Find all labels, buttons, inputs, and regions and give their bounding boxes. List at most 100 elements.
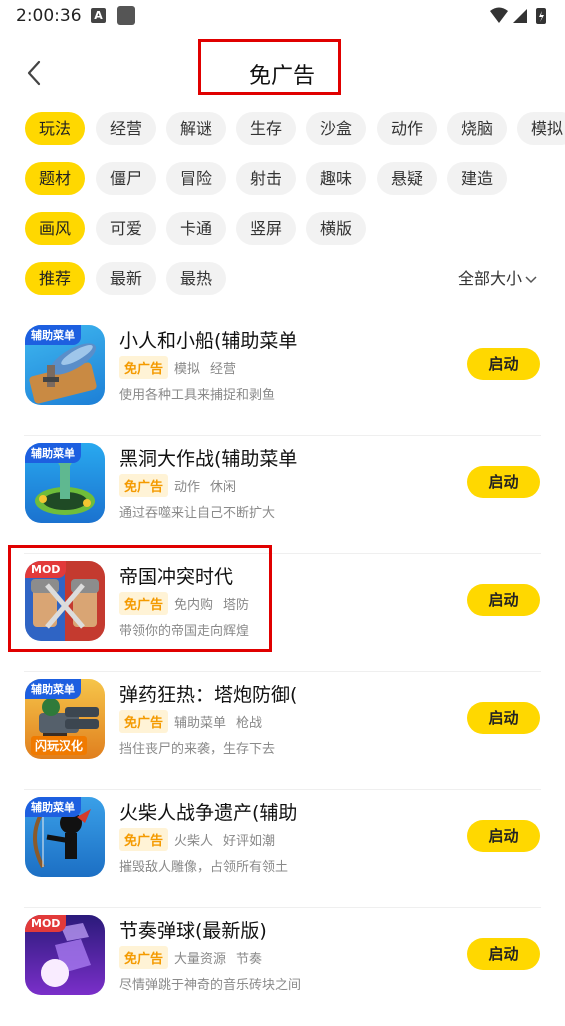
- app-badge: MOD: [25, 915, 67, 932]
- launch-button[interactable]: 启动: [467, 820, 540, 852]
- app-tags: 免广告 模拟 经营: [119, 356, 246, 379]
- app-tag: 模拟: [174, 362, 201, 377]
- sort-hottest[interactable]: 最热: [166, 262, 227, 295]
- list-item[interactable]: 辅助菜单 火柴人战争遗产(辅助 免广告 火柴人 好评如潮 摧毁敌人雕像，占领所有领土…: [0, 790, 565, 908]
- app-description: 挡住丧尸的来袭，生存下去: [119, 742, 276, 757]
- filter-chip[interactable]: 横版: [306, 212, 367, 245]
- app-description: 摧毁敌人雕像，占领所有领土: [119, 860, 289, 875]
- app-tag: 休闲: [210, 480, 237, 495]
- filter-chip[interactable]: 竖屏: [236, 212, 297, 245]
- app-name[interactable]: 节奏弹球(最新版): [119, 916, 419, 943]
- app-tags: 免广告 大量资源 节奏: [119, 946, 272, 969]
- empire-knights-icon[interactable]: MOD: [25, 561, 105, 641]
- tag-no-ads: 免广告: [119, 710, 169, 733]
- app-tag: 免内购: [174, 598, 214, 613]
- status-bar: 2:00:36 A: [0, 0, 565, 32]
- app-tag: 经营: [210, 362, 237, 377]
- stickman-archer-icon[interactable]: 辅助菜单: [25, 797, 105, 877]
- app-tags: 免广告 免内购 塔防: [119, 592, 259, 615]
- app-description: 带领你的帝国走向辉煌: [119, 624, 250, 639]
- tag-no-ads: 免广告: [119, 828, 169, 851]
- tag-no-ads: 免广告: [119, 592, 169, 615]
- filter-row-play: 玩法 经营 解谜 生存 沙盒 动作 烧脑 模拟: [0, 112, 565, 146]
- filter-chip[interactable]: 解谜: [166, 112, 227, 145]
- filter-chip[interactable]: 生存: [236, 112, 297, 145]
- filter-row-theme: 题材 僵尸 冒险 射击 趣味 悬疑 建造: [0, 162, 565, 196]
- app-tags: 免广告 火柴人 好评如潮: [119, 828, 285, 851]
- filter-chip[interactable]: 烧脑: [447, 112, 508, 145]
- filter-chip[interactable]: 经营: [96, 112, 157, 145]
- app-badge: 辅助菜单: [25, 797, 81, 817]
- system-status-icons: [490, 7, 546, 24]
- app-description: 尽情弹跳于神奇的音乐砖块之间: [119, 978, 302, 993]
- launch-button[interactable]: 启动: [467, 938, 540, 970]
- app-tags: 免广告 动作 休闲: [119, 474, 246, 497]
- launch-button[interactable]: 启动: [467, 584, 540, 616]
- list-item[interactable]: 辅助菜单 闪玩汉化 弹药狂热：塔炮防御( 免广告 辅助菜单 枪战 挡住丧尸的来袭，生…: [0, 672, 565, 790]
- localization-badge: 闪玩汉化: [31, 736, 88, 755]
- app-tag: 好评如潮: [223, 834, 276, 849]
- app-badge: 辅助菜单: [25, 443, 81, 463]
- filter-chip[interactable]: 可爱: [96, 212, 157, 245]
- app-name[interactable]: 小人和小船(辅助菜单: [119, 326, 419, 353]
- gatling-turret-icon[interactable]: 辅助菜单 闪玩汉化: [25, 679, 105, 759]
- app-badge: 辅助菜单: [25, 679, 81, 699]
- app-notification-icon: [117, 6, 135, 25]
- app-description: 通过吞噬来让自己不断扩大: [119, 506, 276, 521]
- app-badge: 辅助菜单: [25, 325, 81, 345]
- tag-no-ads: 免广告: [119, 946, 169, 969]
- filter-chip[interactable]: 动作: [377, 112, 438, 145]
- filter-category-theme[interactable]: 题材: [25, 162, 86, 195]
- sort-row: 推荐 最新 最热 全部大小: [0, 262, 565, 296]
- launch-button[interactable]: 启动: [467, 466, 540, 498]
- rhythm-ball-icon[interactable]: MOD: [25, 915, 105, 995]
- list-item[interactable]: MOD 节奏弹球(最新版) 免广告 大量资源 节奏 尽情弹跳于神奇的音乐砖块之间 启…: [0, 908, 565, 1026]
- filter-row-style: 画风 可爱 卡通 竖屏 横版: [0, 212, 565, 246]
- filter-chip[interactable]: 悬疑: [377, 162, 438, 195]
- app-tag: 枪战: [236, 716, 263, 731]
- sort-newest[interactable]: 最新: [96, 262, 157, 295]
- filter-chip[interactable]: 卡通: [166, 212, 227, 245]
- tag-no-ads: 免广告: [119, 474, 169, 497]
- list-item[interactable]: 辅助菜单 小人和小船(辅助菜单 免广告 模拟 经营 使用各种工具来捕捉和剥鱼 启动: [0, 318, 565, 436]
- filter-chip[interactable]: 建造: [447, 162, 508, 195]
- app-tag: 大量资源: [174, 952, 227, 967]
- header: 免广告: [0, 32, 565, 112]
- app-name[interactable]: 火柴人战争遗产(辅助: [119, 798, 419, 825]
- wifi-icon: [490, 7, 508, 23]
- app-badge: MOD: [25, 561, 67, 578]
- notification-icon: A: [91, 8, 106, 23]
- list-item[interactable]: 辅助菜单 黑洞大作战(辅助菜单 免广告 动作 休闲 通过吞噬来让自己不断扩大 启动: [0, 436, 565, 554]
- filter-chip[interactable]: 模拟: [517, 112, 565, 145]
- app-description: 使用各种工具来捕捉和剥鱼: [119, 388, 276, 403]
- size-filter-dropdown[interactable]: 全部大小: [458, 262, 538, 295]
- app-name[interactable]: 弹药狂热：塔炮防御(: [119, 680, 419, 707]
- tag-no-ads: 免广告: [119, 356, 169, 379]
- app-tag: 节奏: [236, 952, 263, 967]
- fish-boat-icon[interactable]: 辅助菜单: [25, 325, 105, 405]
- launch-button[interactable]: 启动: [467, 702, 540, 734]
- filter-chip[interactable]: 沙盒: [306, 112, 367, 145]
- filter-chip[interactable]: 射击: [236, 162, 297, 195]
- app-tag: 火柴人: [174, 834, 214, 849]
- black-hole-icon[interactable]: 辅助菜单: [25, 443, 105, 523]
- app-tag: 动作: [174, 480, 201, 495]
- list-item[interactable]: MOD 帝国冲突时代 免广告 免内购 塔防 带领你的帝国走向辉煌 启动: [0, 554, 565, 672]
- sort-recommended[interactable]: 推荐: [25, 262, 86, 295]
- filter-category-play[interactable]: 玩法: [25, 112, 86, 145]
- filter-chip[interactable]: 趣味: [306, 162, 367, 195]
- app-tags: 免广告 辅助菜单 枪战: [119, 710, 272, 733]
- chevron-down-icon: [525, 275, 537, 283]
- filter-category-style[interactable]: 画风: [25, 212, 86, 245]
- back-arrow-icon[interactable]: [20, 58, 50, 88]
- status-time: 2:00:36: [16, 6, 82, 26]
- app-name[interactable]: 帝国冲突时代: [119, 562, 419, 589]
- signal-icon: [513, 9, 527, 23]
- app-name[interactable]: 黑洞大作战(辅助菜单: [119, 444, 419, 471]
- app-tag: 辅助菜单: [174, 716, 227, 731]
- filter-chip[interactable]: 冒险: [166, 162, 227, 195]
- launch-button[interactable]: 启动: [467, 348, 540, 380]
- size-filter-label: 全部大小: [458, 269, 523, 288]
- filter-chip[interactable]: 僵尸: [96, 162, 157, 195]
- page-title: 免广告: [249, 64, 316, 89]
